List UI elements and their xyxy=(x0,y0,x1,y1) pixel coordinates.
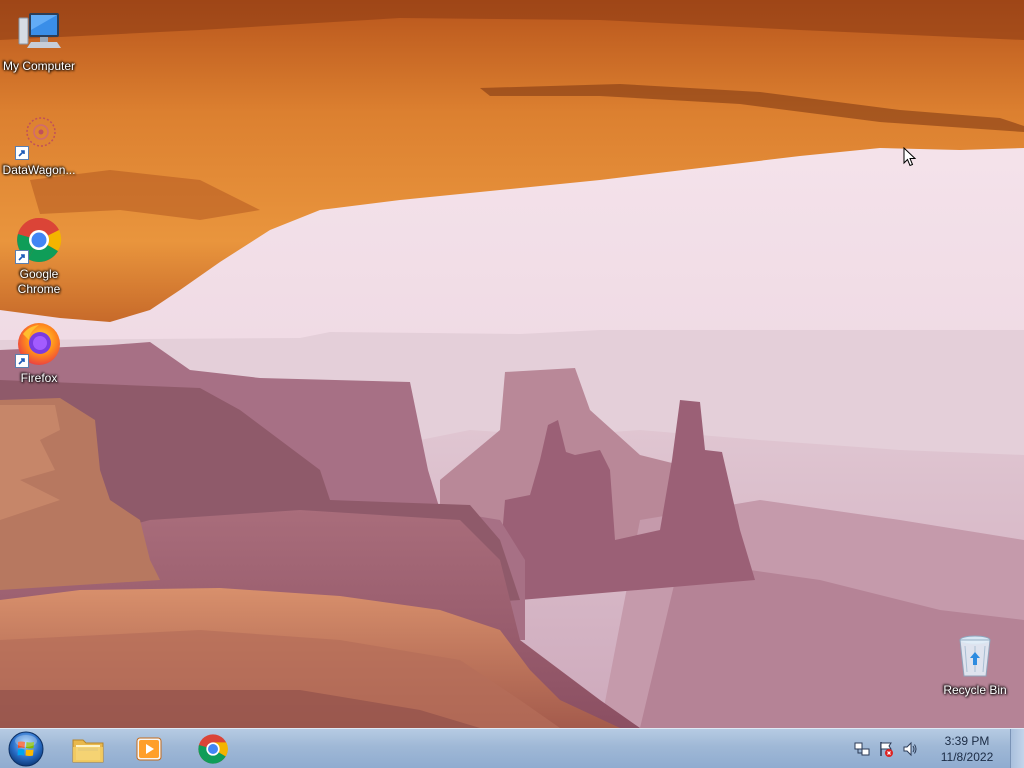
media-player-icon xyxy=(136,737,162,761)
mouse-cursor-icon xyxy=(903,146,917,167)
computer-icon xyxy=(15,8,63,56)
volume-icon[interactable] xyxy=(901,740,919,758)
folder-icon xyxy=(72,739,104,763)
chrome-icon xyxy=(198,734,228,764)
start-button[interactable] xyxy=(6,731,46,767)
datawagon-icon xyxy=(15,112,63,160)
action-center-icon[interactable] xyxy=(877,740,895,758)
taskbar-chrome-button[interactable] xyxy=(185,730,241,768)
system-tray: 3:39 PM 11/8/2022 xyxy=(850,729,1024,768)
chrome-icon xyxy=(15,216,63,264)
desktop-icon-label: DataWagon... xyxy=(2,163,76,177)
recycle-bin-icon xyxy=(951,632,999,680)
desktop-wallpaper xyxy=(0,0,1024,728)
network-icon[interactable] xyxy=(853,740,871,758)
desktop-icon-label: Google Chrome xyxy=(17,267,61,296)
taskbar-explorer-button[interactable] xyxy=(60,730,116,768)
taskbar: 3:39 PM 11/8/2022 xyxy=(0,728,1024,768)
clock-date: 11/8/2022 xyxy=(940,750,994,764)
desktop-icon-google-chrome[interactable]: Google Chrome xyxy=(1,216,77,297)
firefox-icon xyxy=(15,320,63,368)
taskbar-media-player-button[interactable] xyxy=(121,730,177,768)
shortcut-arrow-icon xyxy=(15,146,29,160)
shortcut-arrow-icon xyxy=(15,250,29,264)
desktop-icon-my-computer[interactable]: My Computer xyxy=(1,8,77,74)
windows-start-icon xyxy=(8,731,44,767)
desktop-icon-recycle-bin[interactable]: Recycle Bin xyxy=(937,632,1013,698)
clock-time: 3:39 PM xyxy=(944,734,990,748)
clock[interactable]: 3:39 PM 11/8/2022 xyxy=(928,733,1006,765)
desktop-icon-firefox[interactable]: Firefox xyxy=(1,320,77,386)
desktop-icon-label: My Computer xyxy=(2,59,76,73)
desktop-icon-label: Firefox xyxy=(20,371,58,385)
desktop-icon-datawagon[interactable]: DataWagon... xyxy=(1,112,77,178)
show-desktop-button[interactable] xyxy=(1010,729,1024,768)
desktop-icon-label: Recycle Bin xyxy=(943,683,1007,697)
shortcut-arrow-icon xyxy=(15,354,29,368)
